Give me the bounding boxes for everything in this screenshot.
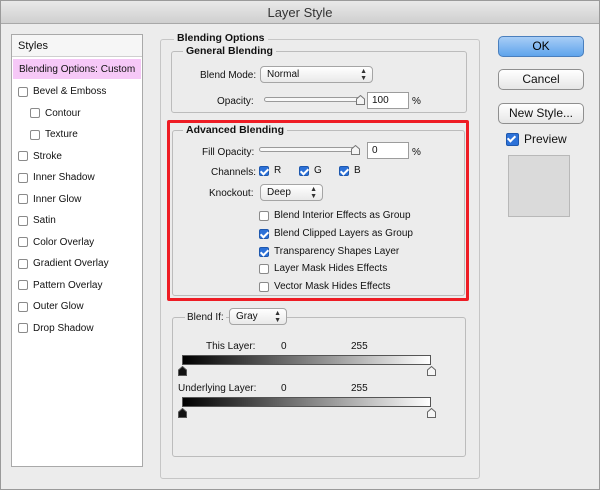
style-item-checkbox[interactable] xyxy=(18,194,28,205)
style-item-label: Stroke xyxy=(33,150,62,162)
style-item[interactable]: Outer Glow xyxy=(12,296,142,318)
style-item-label: Blending Options: Custom xyxy=(19,63,136,75)
this-layer-label: This Layer: xyxy=(206,341,256,352)
style-item-label: Contour xyxy=(45,107,81,119)
style-item-checkbox[interactable] xyxy=(18,280,28,291)
underlying-layer-gradient xyxy=(182,397,431,407)
updown-arrows-icon: ▲ ▼ xyxy=(274,310,281,324)
style-item-label: Inner Glow xyxy=(33,193,82,205)
style-item-checkbox[interactable] xyxy=(30,108,40,119)
underlying-layer-max: 255 xyxy=(351,383,368,394)
window-title: Layer Style xyxy=(1,1,599,24)
blend-if-label: Blend If: xyxy=(185,312,226,323)
preview-label: Preview xyxy=(524,132,567,146)
this-layer-max: 255 xyxy=(351,341,368,352)
highlight-frame xyxy=(167,120,469,301)
preview-checkbox[interactable] xyxy=(506,132,519,146)
underlying-layer-white-slider[interactable] xyxy=(427,408,436,418)
style-item-checkbox[interactable] xyxy=(18,301,28,312)
style-item-checkbox[interactable] xyxy=(18,172,28,183)
style-item[interactable]: Inner Glow xyxy=(12,189,142,211)
style-item-checkbox[interactable] xyxy=(18,323,28,334)
style-item-checkbox[interactable] xyxy=(30,129,40,140)
style-item-checkbox[interactable] xyxy=(18,237,28,248)
style-item-checkbox[interactable] xyxy=(18,151,28,162)
blend-if-select[interactable]: Gray ▲ ▼ xyxy=(229,308,287,325)
styles-list: Styles Blending Options: Custom Bevel & E… xyxy=(11,34,143,467)
style-item-checkbox[interactable] xyxy=(18,215,28,226)
this-layer-white-slider[interactable] xyxy=(427,366,436,376)
opacity-unit: % xyxy=(412,96,421,107)
this-layer-black-slider[interactable] xyxy=(178,366,187,376)
ok-button[interactable]: OK xyxy=(498,36,584,57)
style-item[interactable]: Pattern Overlay xyxy=(12,275,142,297)
blend-mode-label: Blend Mode: xyxy=(200,70,257,81)
style-item[interactable]: Stroke xyxy=(12,146,142,168)
preview-toggle[interactable]: Preview xyxy=(506,132,567,146)
style-item[interactable]: Satin xyxy=(12,210,142,232)
style-item-label: Outer Glow xyxy=(33,301,84,313)
blend-mode-value: Normal xyxy=(267,69,300,80)
opacity-input[interactable]: 100 xyxy=(367,92,409,109)
opacity-label: Opacity: xyxy=(217,96,254,107)
underlying-layer-min: 0 xyxy=(281,383,287,394)
blending-options-title: Blending Options xyxy=(174,32,268,44)
preview-swatch xyxy=(508,155,570,217)
style-item[interactable]: Bevel & Emboss xyxy=(12,81,142,103)
style-item-label: Color Overlay xyxy=(33,236,95,248)
style-item-label: Bevel & Emboss xyxy=(33,86,107,98)
general-blending-title: General Blending xyxy=(183,45,276,57)
updown-arrows-icon: ▲ ▼ xyxy=(360,68,367,82)
style-item-label: Inner Shadow xyxy=(33,172,95,184)
this-layer-min: 0 xyxy=(281,341,287,352)
style-item[interactable]: Gradient Overlay xyxy=(12,253,142,275)
this-layer-gradient xyxy=(182,355,431,365)
style-item-checkbox[interactable] xyxy=(18,86,28,97)
style-item[interactable]: Drop Shadow xyxy=(12,318,142,340)
style-item-label: Pattern Overlay xyxy=(33,279,103,291)
style-item[interactable]: Inner Shadow xyxy=(12,167,142,189)
layer-style-dialog: Layer Style Styles Blending Options: Cus… xyxy=(0,0,600,490)
opacity-slider-thumb[interactable] xyxy=(356,95,365,105)
style-item[interactable]: Texture xyxy=(12,124,142,146)
style-item[interactable]: Color Overlay xyxy=(12,232,142,254)
style-item[interactable]: Contour xyxy=(12,103,142,125)
styles-header[interactable]: Styles xyxy=(12,35,142,57)
styles-items: Blending Options: Custom Bevel & Emboss Co… xyxy=(12,59,142,339)
blend-if-value: Gray xyxy=(236,311,258,322)
underlying-layer-label: Underlying Layer: xyxy=(178,383,257,394)
opacity-slider-track[interactable] xyxy=(264,97,360,102)
style-item-label: Gradient Overlay xyxy=(33,258,109,270)
style-item[interactable]: Blending Options: Custom xyxy=(13,59,141,79)
style-item-label: Texture xyxy=(45,129,78,141)
underlying-layer-black-slider[interactable] xyxy=(178,408,187,418)
blend-mode-select[interactable]: Normal ▲ ▼ xyxy=(260,66,373,83)
style-item-checkbox[interactable] xyxy=(18,258,28,269)
style-item-label: Drop Shadow xyxy=(33,322,94,334)
new-style-button[interactable]: New Style... xyxy=(498,103,584,124)
style-item-label: Satin xyxy=(33,215,56,227)
cancel-button[interactable]: Cancel xyxy=(498,69,584,90)
